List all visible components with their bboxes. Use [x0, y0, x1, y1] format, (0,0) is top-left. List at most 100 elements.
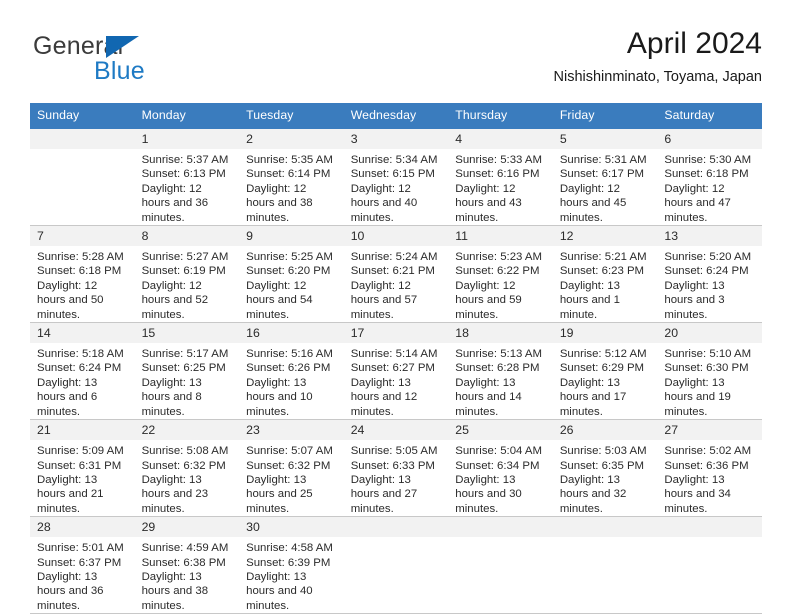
- calendar-week-row: 1 Sunrise: 5:37 AM Sunset: 6:13 PM Daylight…: [30, 127, 762, 227]
- sunset-text: Sunset: 6:24 PM: [664, 265, 749, 278]
- calendar-day-cell[interactable]: 11 Sunrise: 5:23 AM Sunset: 6:22 PM Dayligh…: [448, 225, 553, 324]
- day-number: 28: [30, 517, 135, 538]
- day-details: Sunrise: 5:37 AM Sunset: 6:13 PM Daylight:…: [135, 149, 240, 225]
- daylight-text: Daylight: 12 hours and 45 minutes.: [559, 182, 627, 224]
- day-number: 12: [552, 226, 658, 247]
- sunset-text: Sunset: 6:23 PM: [559, 265, 645, 278]
- sunset-text: Sunset: 6:16 PM: [455, 168, 540, 181]
- calendar-body: 1 Sunrise: 5:37 AM Sunset: 6:13 PM Daylight…: [30, 127, 762, 614]
- day-number: 22: [134, 420, 240, 441]
- daylight-text: Daylight: 12 hours and 43 minutes.: [455, 182, 522, 224]
- day-number: [30, 129, 135, 149]
- day-details: [30, 149, 135, 153]
- day-number: 24: [343, 420, 449, 441]
- calendar-day-cell[interactable]: 1 Sunrise: 5:37 AM Sunset: 6:13 PM Daylight…: [134, 127, 240, 227]
- day-details: Sunrise: 5:21 AM Sunset: 6:23 PM Daylight:…: [553, 246, 658, 322]
- day-number: 6: [657, 129, 762, 149]
- sunset-text: Sunset: 6:27 PM: [350, 362, 435, 375]
- calendar-day-cell[interactable]: 21 Sunrise: 5:09 AM Sunset: 6:31 PM Dayligh…: [30, 419, 135, 518]
- day-details: Sunrise: 4:58 AM Sunset: 6:39 PM Daylight:…: [239, 537, 344, 613]
- calendar-day-cell[interactable]: 24 Sunrise: 5:05 AM Sunset: 6:33 PM Dayligh…: [343, 419, 449, 518]
- calendar-day-cell[interactable]: 4 Sunrise: 5:33 AM Sunset: 6:16 PM Daylight…: [448, 127, 553, 227]
- day-details: Sunrise: 5:28 AM Sunset: 6:18 PM Daylight:…: [30, 246, 135, 322]
- calendar-day-cell[interactable]: 23 Sunrise: 5:07 AM Sunset: 6:32 PM Dayligh…: [239, 419, 344, 518]
- calendar-page: General Blue April 2024 Nishishinminato,…: [0, 0, 792, 614]
- daylight-text: Daylight: 13 hours and 40 minutes.: [246, 570, 313, 612]
- daylight-text: Daylight: 12 hours and 38 minutes.: [246, 182, 313, 224]
- sunrise-text: Sunrise: 5:24 AM: [350, 251, 438, 264]
- day-number: 3: [343, 129, 449, 149]
- sunrise-text: Sunrise: 4:59 AM: [141, 542, 229, 555]
- sunrise-text: Sunrise: 5:31 AM: [559, 154, 647, 166]
- calendar-day-cell[interactable]: 20 Sunrise: 5:10 AM Sunset: 6:30 PM Dayligh…: [657, 322, 762, 421]
- day-details: Sunrise: 5:14 AM Sunset: 6:27 PM Daylight:…: [344, 343, 449, 419]
- daylight-text: Daylight: 12 hours and 36 minutes.: [141, 182, 209, 224]
- calendar-day-cell[interactable]: 29 Sunrise: 4:59 AM Sunset: 6:38 PM Dayligh…: [134, 516, 240, 614]
- calendar-day-cell[interactable]: 5 Sunrise: 5:31 AM Sunset: 6:17 PM Daylight…: [552, 127, 658, 227]
- sunrise-text: Sunrise: 5:21 AM: [559, 251, 647, 264]
- weekday-header-friday: Friday: [552, 103, 658, 129]
- sunset-text: Sunset: 6:17 PM: [559, 168, 645, 181]
- day-number: 19: [552, 323, 658, 344]
- daylight-text: Daylight: 13 hours and 23 minutes.: [141, 473, 209, 515]
- calendar-day-cell[interactable]: 12 Sunrise: 5:21 AM Sunset: 6:23 PM Dayligh…: [552, 225, 658, 324]
- daylight-text: Daylight: 13 hours and 21 minutes.: [37, 473, 104, 515]
- daylight-text: Daylight: 12 hours and 59 minutes.: [455, 279, 522, 321]
- sunrise-text: Sunrise: 5:05 AM: [350, 445, 438, 458]
- calendar-day-cell[interactable]: 16 Sunrise: 5:16 AM Sunset: 6:26 PM Dayligh…: [239, 322, 344, 421]
- sunrise-text: Sunrise: 5:34 AM: [350, 154, 438, 166]
- sunrise-text: Sunrise: 5:04 AM: [455, 445, 542, 458]
- day-number: 10: [343, 226, 449, 247]
- general-blue-logo[interactable]: General Blue: [33, 32, 203, 88]
- calendar-day-cell[interactable]: 25 Sunrise: 5:04 AM Sunset: 6:34 PM Dayligh…: [448, 419, 553, 518]
- sunset-text: Sunset: 6:13 PM: [141, 168, 226, 181]
- day-number: [657, 517, 762, 538]
- calendar-day-cell[interactable]: 2 Sunrise: 5:35 AM Sunset: 6:14 PM Daylight…: [239, 127, 344, 227]
- day-details: Sunrise: 5:16 AM Sunset: 6:26 PM Daylight:…: [239, 343, 344, 419]
- calendar-day-cell[interactable]: 30 Sunrise: 4:58 AM Sunset: 6:39 PM Dayligh…: [239, 516, 344, 614]
- sunrise-text: Sunrise: 5:07 AM: [246, 445, 333, 458]
- calendar-day-cell[interactable]: 9 Sunrise: 5:25 AM Sunset: 6:20 PM Daylight…: [239, 225, 344, 324]
- calendar-day-cell-empty: [552, 516, 658, 614]
- day-number: 30: [239, 517, 344, 538]
- day-details: Sunrise: 5:10 AM Sunset: 6:30 PM Daylight:…: [657, 343, 762, 419]
- day-number: 11: [448, 226, 553, 247]
- calendar-day-cell[interactable]: 7 Sunrise: 5:28 AM Sunset: 6:18 PM Daylight…: [30, 225, 135, 324]
- daylight-text: Daylight: 13 hours and 3 minutes.: [664, 279, 725, 321]
- daylight-text: Daylight: 12 hours and 54 minutes.: [246, 279, 313, 321]
- sunrise-text: Sunrise: 5:20 AM: [664, 251, 752, 264]
- calendar-day-cell[interactable]: 17 Sunrise: 5:14 AM Sunset: 6:27 PM Dayligh…: [343, 322, 449, 421]
- calendar-day-cell[interactable]: 19 Sunrise: 5:12 AM Sunset: 6:29 PM Dayligh…: [552, 322, 658, 421]
- sunset-text: Sunset: 6:18 PM: [37, 265, 122, 278]
- calendar-day-cell[interactable]: 26 Sunrise: 5:03 AM Sunset: 6:35 PM Dayligh…: [552, 419, 658, 518]
- sunrise-text: Sunrise: 5:16 AM: [246, 348, 333, 361]
- day-details: Sunrise: 5:23 AM Sunset: 6:22 PM Daylight:…: [448, 246, 553, 322]
- daylight-text: Daylight: 12 hours and 50 minutes.: [37, 279, 104, 321]
- day-details: Sunrise: 5:07 AM Sunset: 6:32 PM Daylight:…: [239, 440, 344, 516]
- daylight-text: Daylight: 13 hours and 34 minutes.: [664, 473, 731, 515]
- sunrise-text: Sunrise: 5:28 AM: [37, 251, 124, 264]
- calendar-day-cell[interactable]: 22 Sunrise: 5:08 AM Sunset: 6:32 PM Dayligh…: [134, 419, 240, 518]
- sunset-text: Sunset: 6:18 PM: [664, 168, 749, 181]
- calendar-day-cell[interactable]: 18 Sunrise: 5:13 AM Sunset: 6:28 PM Dayligh…: [448, 322, 553, 421]
- calendar-day-cell[interactable]: 6 Sunrise: 5:30 AM Sunset: 6:18 PM Daylight…: [657, 127, 762, 227]
- calendar-day-cell[interactable]: 8 Sunrise: 5:27 AM Sunset: 6:19 PM Daylight…: [134, 225, 240, 324]
- calendar-day-cell-empty: [448, 516, 553, 614]
- day-number: 2: [239, 129, 344, 149]
- daylight-text: Daylight: 13 hours and 17 minutes.: [559, 376, 627, 418]
- calendar-day-cell[interactable]: 15 Sunrise: 5:17 AM Sunset: 6:25 PM Dayligh…: [134, 322, 240, 421]
- calendar-day-cell[interactable]: 13 Sunrise: 5:20 AM Sunset: 6:24 PM Dayligh…: [657, 225, 762, 324]
- daylight-text: Daylight: 13 hours and 27 minutes.: [350, 473, 418, 515]
- daylight-text: Daylight: 13 hours and 12 minutes.: [350, 376, 418, 418]
- sunrise-text: Sunrise: 5:10 AM: [664, 348, 752, 361]
- calendar-week-row: 7 Sunrise: 5:28 AM Sunset: 6:18 PM Daylight…: [30, 225, 762, 324]
- calendar-day-cell[interactable]: 3 Sunrise: 5:34 AM Sunset: 6:15 PM Daylight…: [343, 127, 449, 227]
- day-details: Sunrise: 5:02 AM Sunset: 6:36 PM Daylight:…: [657, 440, 762, 516]
- calendar-day-cell[interactable]: 10 Sunrise: 5:24 AM Sunset: 6:21 PM Dayligh…: [343, 225, 449, 324]
- day-details: Sunrise: 5:31 AM Sunset: 6:17 PM Daylight:…: [553, 149, 658, 225]
- calendar-day-cell[interactable]: 14 Sunrise: 5:18 AM Sunset: 6:24 PM Dayligh…: [30, 322, 135, 421]
- day-details: Sunrise: 5:30 AM Sunset: 6:18 PM Daylight:…: [657, 149, 762, 225]
- calendar-day-cell[interactable]: 28 Sunrise: 5:01 AM Sunset: 6:37 PM Dayligh…: [30, 516, 135, 614]
- calendar-day-cell[interactable]: 27 Sunrise: 5:02 AM Sunset: 6:36 PM Dayligh…: [657, 419, 762, 518]
- sunset-text: Sunset: 6:15 PM: [350, 168, 435, 181]
